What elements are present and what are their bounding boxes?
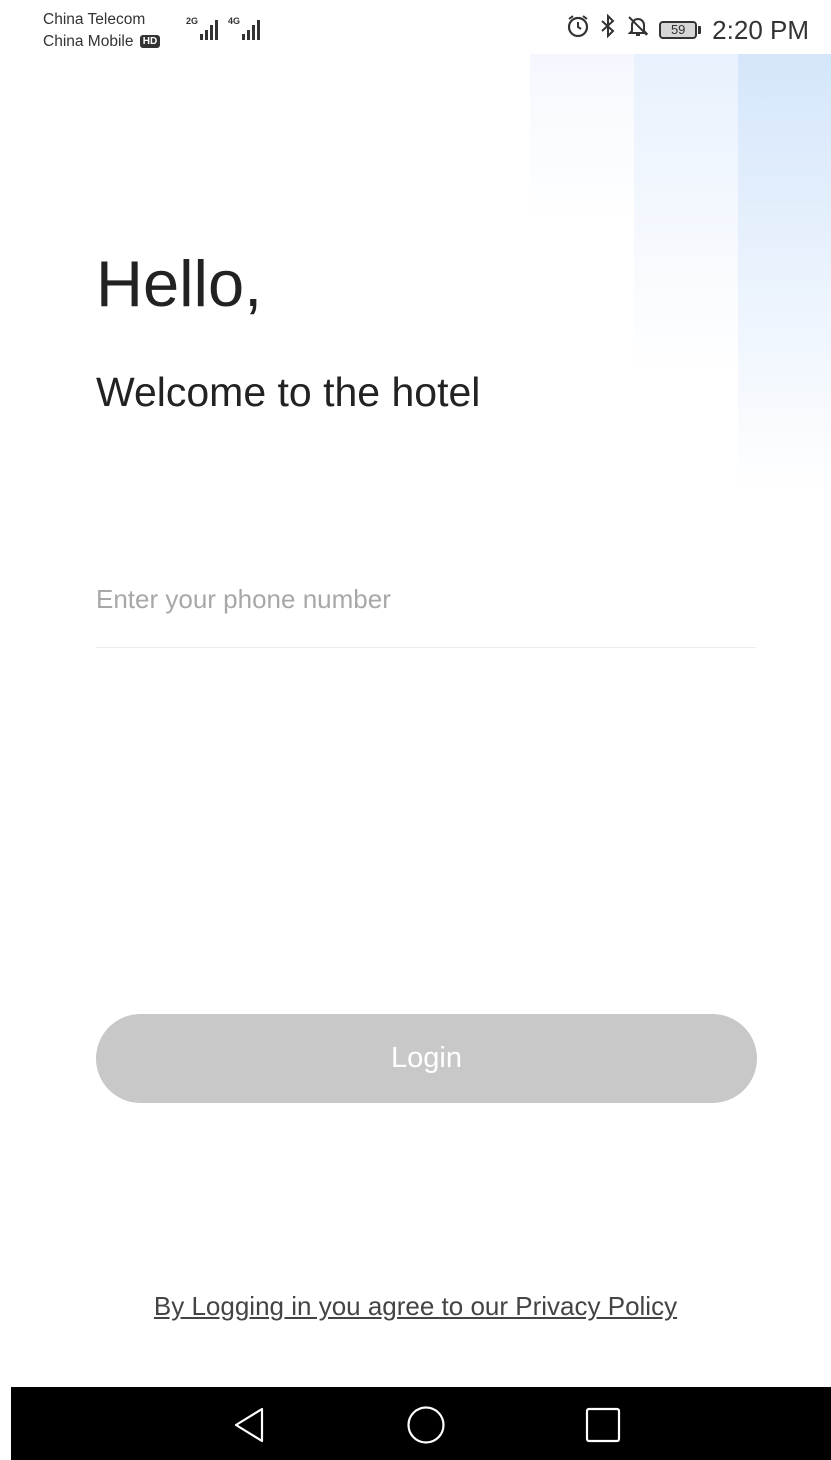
carrier-name: China Telecom <box>43 11 146 28</box>
background-decoration <box>530 54 634 224</box>
back-icon[interactable] <box>230 1405 270 1445</box>
privacy-notice: By Logging in you agree to our Privacy P… <box>0 1291 831 1322</box>
carrier-info: China Telecom China Mobile HD <box>43 9 161 53</box>
signal-strength-icon: 2G <box>186 16 219 40</box>
signal-indicators: 2G 4G <box>186 16 261 40</box>
greeting-subtitle: Welcome to the hotel <box>96 369 481 415</box>
login-button[interactable]: Login <box>96 1014 757 1103</box>
phone-number-field <box>96 576 756 648</box>
recents-icon[interactable] <box>583 1405 623 1445</box>
bluetooth-icon <box>599 13 617 45</box>
notifications-off-icon <box>626 14 650 45</box>
background-decoration <box>634 54 738 374</box>
alarm-icon <box>566 14 590 45</box>
network-type-label: 2G <box>186 16 199 26</box>
greeting-title: Hello, <box>96 247 263 320</box>
clock: 2:20 PM <box>712 14 809 45</box>
background-decoration <box>738 54 831 494</box>
battery-icon: 59 <box>659 20 702 39</box>
network-type-label: 4G <box>228 16 241 26</box>
system-navigation-bar <box>11 1387 831 1460</box>
hd-badge: HD <box>139 35 161 49</box>
signal-strength-icon: 4G <box>228 16 261 40</box>
privacy-policy-link[interactable]: By Logging in you agree to our Privacy P… <box>154 1291 677 1321</box>
home-icon[interactable] <box>406 1405 446 1445</box>
carrier-name: China Mobile <box>43 33 134 50</box>
status-bar: China Telecom China Mobile HD 2G 4G 59 2… <box>0 0 831 54</box>
status-icons: 59 2:20 PM <box>566 13 809 45</box>
battery-level: 59 <box>659 20 698 39</box>
phone-number-input[interactable] <box>96 576 756 622</box>
